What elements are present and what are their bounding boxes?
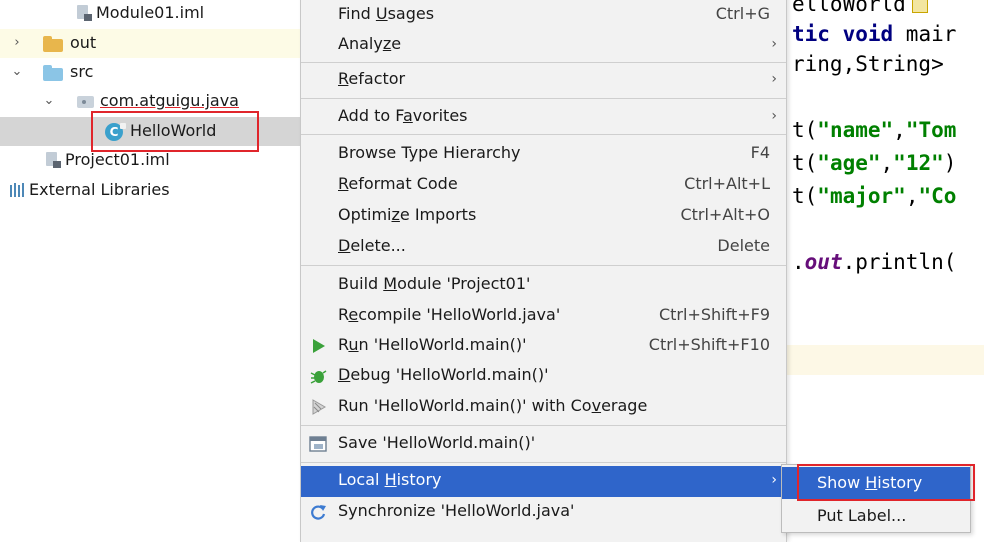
menu-separator [301,62,786,63]
menu-item-label: Local History [338,470,442,489]
tree-item-module01-iml[interactable]: Module01.iml [0,0,300,29]
code-editor[interactable]: elloWorld tic void mair ring,String> t("… [782,0,984,537]
current-line-highlight [782,345,984,375]
menu-item-label: Browse Type Hierarchy [338,143,521,162]
menu-item-add-to-favorites[interactable]: Add to Favorites › [301,102,786,132]
menu-item-browse-type-hierarchy[interactable]: Browse Type Hierarchy F4 [301,139,786,169]
menu-separator [301,134,786,135]
menu-item-build-module[interactable]: Build Module 'Project01' [301,270,786,300]
menu-separator [301,98,786,99]
menu-item-put-label[interactable]: Put Label... [782,500,970,532]
code-line: t("major","Co [792,184,957,208]
menu-separator [301,462,786,463]
libraries-icon [10,183,28,197]
save-config-icon [309,436,327,452]
tree-item-out[interactable]: › out [0,29,300,58]
menu-item-shortcut: Ctrl+G [715,4,770,23]
menu-item-label: Synchronize 'HelloWorld.java' [338,501,575,520]
menu-item-label: Run 'HelloWorld.main()' with Coverage [338,396,648,415]
menu-item-shortcut: F4 [750,143,770,162]
menu-item-find-usages[interactable]: Find Usages Ctrl+G [301,0,786,30]
run-icon [313,339,325,353]
menu-separator [301,425,786,426]
menu-item-label: Delete... [338,236,406,255]
chevron-right-icon: › [771,108,777,124]
highlight-box [797,464,975,501]
menu-item-local-history[interactable]: Local History › [301,466,786,497]
menu-item-run-with-coverage[interactable]: Run 'HelloWorld.main()' with Coverage [301,392,786,422]
tree-item-label: out [70,33,97,52]
chevron-right-icon: › [771,472,777,488]
menu-item-save-configuration[interactable]: Save 'HelloWorld.main()' [301,429,786,459]
menu-item-shortcut: Ctrl+Shift+F9 [658,305,770,324]
tree-item-label: External Libraries [29,180,170,199]
menu-item-label: Save 'HelloWorld.main()' [338,433,536,452]
code-line: tic void mair [792,22,957,46]
menu-item-label: Reformat Code [338,174,458,193]
tree-item-label: src [70,62,94,81]
menu-item-label: Recompile 'HelloWorld.java' [338,305,561,324]
sync-icon [311,505,326,520]
menu-item-label: Put Label... [817,506,907,525]
menu-item-synchronize[interactable]: Synchronize 'HelloWorld.java' [301,497,786,527]
menu-item-run[interactable]: Run 'HelloWorld.main()' Ctrl+Shift+F10 [301,331,786,361]
tree-item-external-libraries[interactable]: External Libraries [0,176,300,205]
menu-item-label: Find Usages [338,4,435,23]
module-file-icon [46,152,62,169]
chevron-right-icon: › [771,71,777,87]
menu-item-label: Build Module 'Project01' [338,274,531,293]
warning-icon [911,0,928,13]
folder-icon [43,36,63,52]
context-menu: Find Usages Ctrl+G Analyze › Refactor › … [300,0,787,542]
project-tree: Module01.iml › out ⌄ src ⌄ com.atguigu.j… [0,0,300,537]
menu-item-shortcut: Ctrl+Alt+L [684,174,770,193]
menu-item-optimize-imports[interactable]: Optimize Imports Ctrl+Alt+O [301,201,786,231]
menu-separator [301,265,786,266]
tree-item-label: Module01.iml [96,3,205,22]
menu-item-shortcut: Ctrl+Shift+F10 [648,335,770,354]
menu-item-refactor[interactable]: Refactor › [301,65,786,95]
menu-item-label: Run 'HelloWorld.main()' [338,335,527,354]
chevron-right-icon: › [771,36,777,52]
debug-icon [310,370,327,384]
menu-item-label: Optimize Imports [338,205,477,224]
tree-item-label: com.atguigu.java [100,91,239,110]
menu-item-shortcut: Ctrl+Alt+O [680,205,770,224]
chevron-right-icon[interactable]: › [10,36,24,50]
chevron-down-icon[interactable]: ⌄ [10,65,24,79]
menu-item-analyze[interactable]: Analyze › [301,30,786,60]
menu-item-delete[interactable]: Delete... Delete [301,232,786,262]
source-folder-icon [43,65,63,81]
menu-item-label: Debug 'HelloWorld.main()' [338,365,549,384]
menu-item-shortcut: Delete [717,236,770,255]
tree-item-src[interactable]: ⌄ src [0,58,300,87]
menu-item-label: Add to Favorites [338,106,468,125]
code-line: t("name","Tom [792,118,957,142]
menu-item-debug[interactable]: Debug 'HelloWorld.main()' [301,361,786,391]
code-line: .out.println( [792,250,957,274]
package-icon [77,96,94,108]
menu-item-recompile[interactable]: Recompile 'HelloWorld.java' Ctrl+Shift+F… [301,301,786,331]
module-file-icon [77,5,93,22]
menu-item-reformat-code[interactable]: Reformat Code Ctrl+Alt+L [301,170,786,200]
menu-item-label: Refactor [338,69,406,88]
code-line: t("age","12") [792,151,957,175]
code-line: elloWorld [792,0,928,16]
menu-item-label: Analyze [338,34,402,53]
coverage-icon [312,399,326,415]
highlight-box [91,111,259,152]
chevron-down-icon[interactable]: ⌄ [42,94,56,108]
code-line: ring,String> [792,52,944,76]
tree-item-label: Project01.iml [65,150,170,169]
